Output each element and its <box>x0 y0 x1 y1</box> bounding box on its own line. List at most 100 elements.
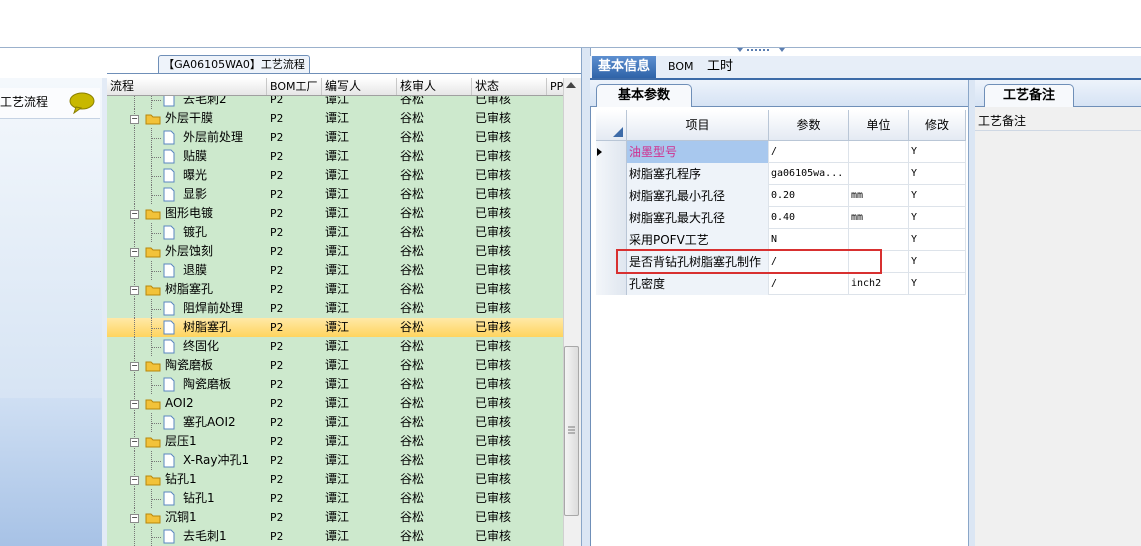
auditor-cell: 谷松 <box>400 111 425 125</box>
bom-factory-cell: P2 <box>270 302 284 315</box>
collapse-toggle-icon[interactable]: − <box>130 210 139 219</box>
param-value-cell[interactable]: / <box>769 141 849 163</box>
param-value-cell[interactable]: / <box>769 273 849 295</box>
table-row[interactable]: − 陶瓷磨板 P2 谭江 谷松 已审核 <box>107 356 563 375</box>
tree-branch <box>151 195 161 196</box>
table-row[interactable]: 镀孔 P2 谭江 谷松 已审核 <box>107 223 563 242</box>
table-row[interactable]: 退膜 P2 谭江 谷松 已审核 <box>107 261 563 280</box>
collapse-toggle-icon[interactable]: − <box>130 115 139 124</box>
param-value-cell[interactable]: N <box>769 229 849 251</box>
row-header[interactable] <box>596 207 627 229</box>
tab-process-flow[interactable]: 【GA06105WA0】工艺流程 <box>158 55 310 74</box>
table-row[interactable]: − 树脂塞孔 P2 谭江 谷松 已审核 <box>107 280 563 299</box>
tab-bom[interactable]: BOM <box>662 56 700 78</box>
chat-bubble-icon[interactable] <box>68 92 96 114</box>
row-header[interactable] <box>596 163 627 185</box>
tab-process-remarks[interactable]: 工艺备注 <box>984 84 1074 107</box>
splitter-grip-icon[interactable] <box>735 47 790 54</box>
param-row[interactable]: 树脂塞孔最小孔径 0.20 mm Y <box>596 185 966 207</box>
table-row[interactable]: 陶瓷磨板 P2 谭江 谷松 已审核 <box>107 375 563 394</box>
bom-factory-cell: P2 <box>270 245 284 258</box>
tree-node-label: 终固化 <box>183 339 220 353</box>
document-icon <box>163 263 175 278</box>
bom-factory-cell: P2 <box>270 150 284 163</box>
status-cell: 已审核 <box>475 149 512 163</box>
current-row-arrow-icon <box>597 148 602 156</box>
table-row[interactable]: 钻孔1 P2 谭江 谷松 已审核 <box>107 489 563 508</box>
row-header[interactable] <box>596 273 627 295</box>
table-row[interactable]: − 沉铜1 P2 谭江 谷松 已审核 <box>107 508 563 527</box>
collapse-toggle-icon[interactable]: − <box>130 248 139 257</box>
tree-node-label: 钻孔1 <box>183 491 215 505</box>
col-header-modify[interactable]: 修改 <box>909 110 966 141</box>
table-row[interactable]: 外层前处理 P2 谭江 谷松 已审核 <box>107 128 563 147</box>
tab-labor-hours[interactable]: 工时 <box>701 56 739 78</box>
table-row[interactable]: 树脂塞孔 P2 谭江 谷松 已审核 <box>107 318 563 337</box>
param-row[interactable]: 树脂塞孔程序 ga06105wa... Y <box>596 163 966 185</box>
table-row[interactable]: − AOI2 P2 谭江 谷松 已审核 <box>107 394 563 413</box>
remarks-field-label: 工艺备注 <box>978 114 1027 128</box>
tree-node-label: 树脂塞孔 <box>165 282 214 296</box>
document-icon <box>163 339 175 354</box>
param-grid-corner <box>596 110 627 141</box>
param-row[interactable]: 油墨型号 / Y <box>596 141 966 163</box>
col-header-writer[interactable]: 编写人 <box>322 78 397 95</box>
col-header-unit[interactable]: 单位 <box>849 110 909 141</box>
status-cell: 已审核 <box>475 130 512 144</box>
table-row[interactable]: 去毛刺1 P2 谭江 谷松 已审核 <box>107 527 563 546</box>
tree-node-label: 钻孔1 <box>165 472 197 486</box>
bom-factory-cell: P2 <box>270 207 284 220</box>
tree-node-label: 外层蚀刻 <box>165 244 214 258</box>
writer-cell: 谭江 <box>325 453 350 467</box>
col-header-flow[interactable]: 流程 <box>107 78 267 95</box>
collapse-toggle-icon[interactable]: − <box>130 438 139 447</box>
col-header-value[interactable]: 参数 <box>769 110 849 141</box>
tab-basic-params[interactable]: 基本参数 <box>596 84 692 107</box>
collapse-toggle-icon[interactable]: − <box>130 400 139 409</box>
table-row[interactable]: 贴膜 P2 谭江 谷松 已审核 <box>107 147 563 166</box>
param-value-cell[interactable]: 0.20 <box>769 185 849 207</box>
param-row[interactable]: 树脂塞孔最大孔径 0.40 mm Y <box>596 207 966 229</box>
row-header[interactable] <box>596 185 627 207</box>
param-value-cell[interactable]: ga06105wa... <box>769 163 849 185</box>
tab-basic-info[interactable]: 基本信息 <box>592 56 657 78</box>
table-row[interactable]: 阻焊前处理 P2 谭江 谷松 已审核 <box>107 299 563 318</box>
collapse-toggle-icon[interactable]: − <box>130 476 139 485</box>
col-header-bom[interactable]: BOM工厂 <box>267 78 322 95</box>
auditor-cell: 谷松 <box>400 472 425 486</box>
writer-cell: 谭江 <box>325 301 350 315</box>
scrollbar-thumb[interactable] <box>564 346 579 516</box>
param-row[interactable]: 孔密度 / inch2 Y <box>596 273 966 295</box>
table-row[interactable]: X-Ray冲孔1 P2 谭江 谷松 已审核 <box>107 451 563 470</box>
collapse-toggle-icon[interactable]: − <box>130 286 139 295</box>
writer-cell: 谭江 <box>325 396 350 410</box>
table-row[interactable]: 塞孔AOI2 P2 谭江 谷松 已审核 <box>107 413 563 432</box>
collapse-toggle-icon[interactable]: − <box>130 362 139 371</box>
table-row[interactable]: − 钻孔1 P2 谭江 谷松 已审核 <box>107 470 563 489</box>
table-row[interactable]: − 外层干膜 P2 谭江 谷松 已审核 <box>107 109 563 128</box>
table-row[interactable]: − 外层蚀刻 P2 谭江 谷松 已审核 <box>107 242 563 261</box>
auditor-cell: 谷松 <box>400 434 425 448</box>
scroll-up-arrow-icon[interactable] <box>565 80 577 90</box>
status-cell: 已审核 <box>475 282 512 296</box>
auditor-cell: 谷松 <box>400 149 425 163</box>
param-value-cell[interactable]: 0.40 <box>769 207 849 229</box>
table-row[interactable]: 曝光 P2 谭江 谷松 已审核 <box>107 166 563 185</box>
col-header-status[interactable]: 状态 <box>472 78 547 95</box>
table-row[interactable]: 显影 P2 谭江 谷松 已审核 <box>107 185 563 204</box>
table-row[interactable]: − 图形电镀 P2 谭江 谷松 已审核 <box>107 204 563 223</box>
writer-cell: 谭江 <box>325 529 350 543</box>
collapse-toggle-icon[interactable]: − <box>130 514 139 523</box>
tree-node-label: 阻焊前处理 <box>183 301 244 315</box>
table-row[interactable]: 终固化 P2 谭江 谷松 已审核 <box>107 337 563 356</box>
document-icon <box>163 225 175 240</box>
auditor-cell: 谷松 <box>400 453 425 467</box>
row-header[interactable] <box>596 141 627 163</box>
col-header-item[interactable]: 项目 <box>627 110 769 141</box>
folder-icon <box>145 399 161 410</box>
col-header-auditor[interactable]: 核审人 <box>397 78 472 95</box>
corner-triangle-icon <box>613 127 623 137</box>
row-header[interactable] <box>596 229 627 251</box>
param-row[interactable]: 采用POFV工艺 N Y <box>596 229 966 251</box>
table-row[interactable]: − 层压1 P2 谭江 谷松 已审核 <box>107 432 563 451</box>
